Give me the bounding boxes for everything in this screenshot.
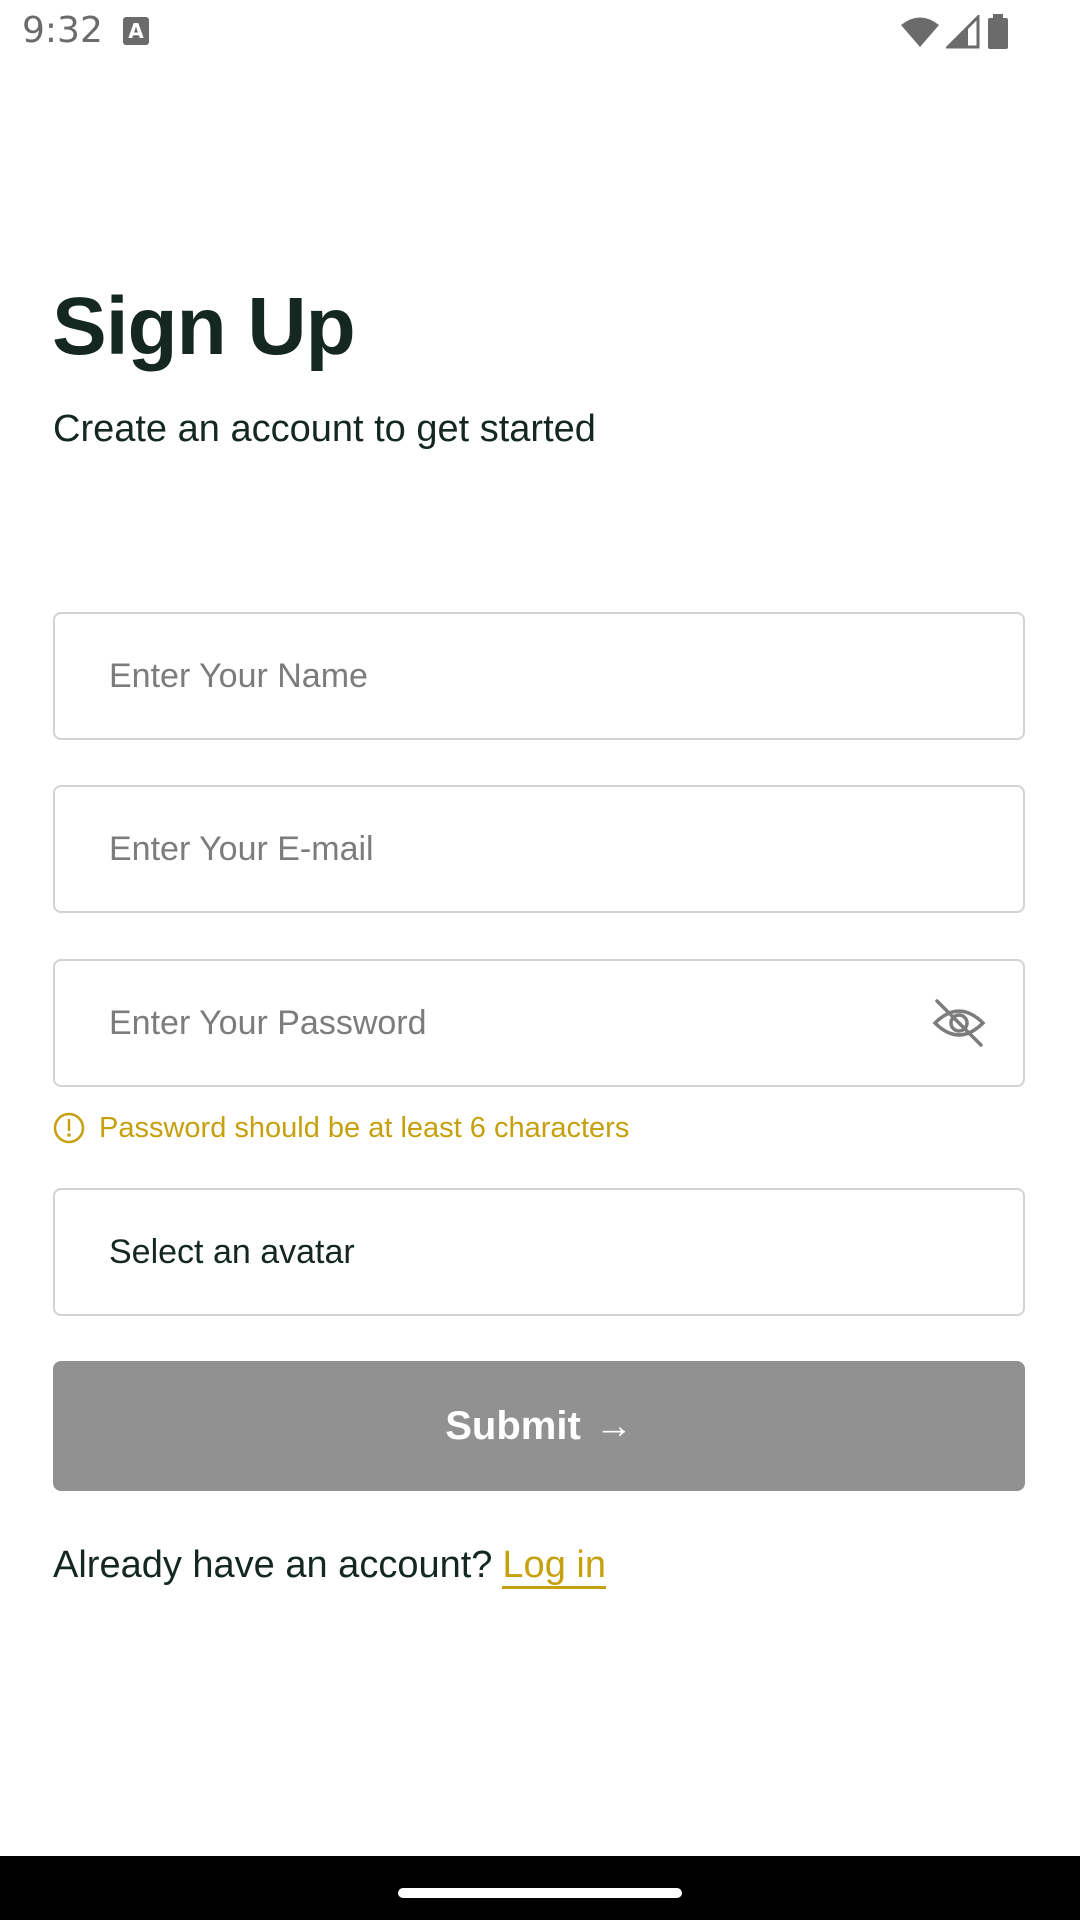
- eye-off-icon[interactable]: [931, 995, 987, 1051]
- navigation-bar: [0, 1856, 1080, 1920]
- status-icons: [900, 14, 1010, 50]
- battery-icon: [988, 14, 1008, 49]
- login-prompt: Already have an account? Log in: [53, 1540, 606, 1590]
- status-bar: 9:32 A: [0, 0, 1080, 64]
- wifi-icon: [901, 17, 939, 47]
- avatar-select[interactable]: Select an avatar: [53, 1188, 1025, 1316]
- keyboard-indicator-icon: A: [123, 17, 149, 45]
- password-error: Password should be at least 6 characters: [53, 1108, 629, 1148]
- avatar-select-label: Select an avatar: [109, 1233, 355, 1271]
- email-field[interactable]: Enter Your E-mail: [53, 785, 1025, 913]
- name-field[interactable]: Enter Your Name: [53, 612, 1025, 740]
- page-subtitle: Create an account to get started: [53, 408, 596, 450]
- password-field[interactable]: Enter Your Password: [53, 959, 1025, 1087]
- status-time: 9:32: [22, 10, 103, 51]
- password-placeholder: Enter Your Password: [109, 1004, 427, 1042]
- arrow-right-icon: →: [594, 1404, 633, 1447]
- login-link[interactable]: Log in: [502, 1544, 606, 1589]
- alert-circle-icon: [53, 1112, 85, 1144]
- name-placeholder: Enter Your Name: [109, 657, 368, 695]
- signal-icon: [946, 15, 980, 49]
- submit-label: Submit: [445, 1403, 581, 1448]
- login-prompt-text: Already have an account?: [53, 1544, 493, 1586]
- signup-screen: 9:32 A Sign Up Create an account to get …: [0, 0, 1080, 1920]
- submit-button[interactable]: Submit →: [53, 1361, 1025, 1491]
- password-error-text: Password should be at least 6 characters: [99, 1111, 630, 1144]
- email-placeholder: Enter Your E-mail: [109, 830, 374, 868]
- page-title: Sign Up: [52, 281, 356, 372]
- home-handle[interactable]: [398, 1888, 682, 1898]
